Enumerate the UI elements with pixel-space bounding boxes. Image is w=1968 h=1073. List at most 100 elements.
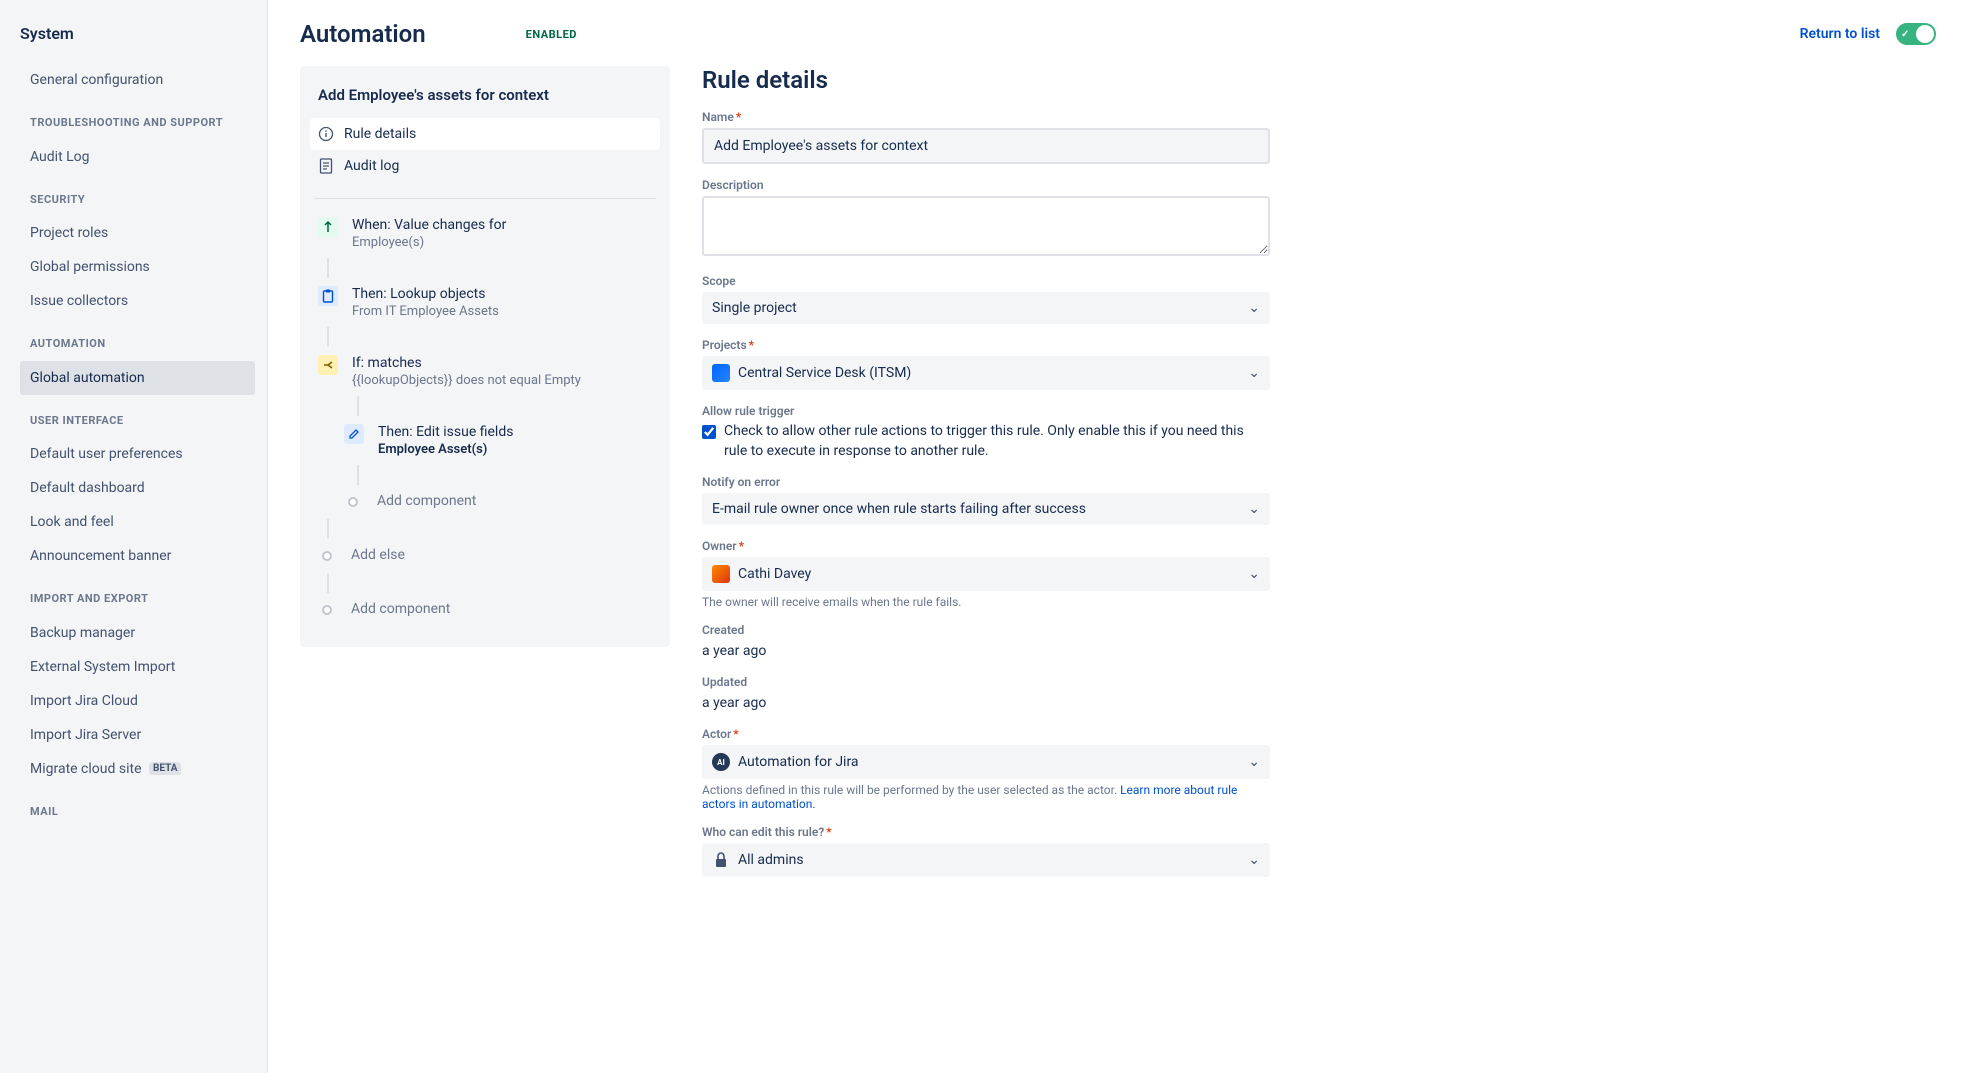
sidebar-heading-mail: Mail [30,804,245,821]
chevron-down-icon: ⌄ [1248,300,1260,316]
label-updated: Updated [702,675,1270,689]
owner-help: The owner will receive emails when the r… [702,595,1270,609]
add-label: Add component [351,601,652,617]
notify-select[interactable]: E-mail rule owner once when rule starts … [702,493,1270,525]
component-sub: Employee Asset(s) [378,442,652,457]
sidebar-item-import-cloud[interactable]: Import Jira Cloud [20,684,255,718]
add-label: Add component [377,493,652,509]
label-created: Created [702,623,1270,637]
main: Automation ENABLED Return to list ✓ Add … [268,0,1968,1073]
owner-select[interactable]: Cathi Davey ⌄ [702,557,1270,591]
chevron-down-icon: ⌄ [1248,365,1260,381]
empty-circle-icon [322,605,332,615]
component-if[interactable]: If: matches {{lookupObjects}} does not e… [314,347,656,396]
chevron-down-icon: ⌄ [1248,852,1260,868]
clipboard-icon [318,286,338,306]
pencil-icon [344,424,364,444]
component-title: When: Value changes for [352,217,652,233]
sidebar-item-look-feel[interactable]: Look and feel [20,505,255,539]
status-badge: ENABLED [526,28,577,41]
label-actor: Actor* [702,727,1270,741]
component-sub: From IT Employee Assets [352,304,652,319]
sidebar-item-default-dashboard[interactable]: Default dashboard [20,471,255,505]
actor-select[interactable]: AI Automation for Jira ⌄ [702,745,1270,779]
add-component-outer[interactable]: Add component [314,593,656,627]
label-who-edit: Who can edit this rule?* [702,825,1270,839]
tab-label: Audit log [344,158,399,174]
component-sub: Employee(s) [352,235,652,250]
label-allow-trigger: Allow rule trigger [702,404,1270,418]
select-value: Cathi Davey [738,566,811,582]
file-icon [318,158,334,174]
component-title: If: matches [352,355,652,371]
sidebar-item-migrate[interactable]: Migrate cloud site BETA [20,752,255,786]
label-name: Name* [702,110,1270,124]
tab-label: Rule details [344,126,416,142]
tab-audit-log[interactable]: Audit log [310,150,660,182]
component-sub: {{lookupObjects}} does not equal Empty [352,373,652,388]
sidebar-item-default-prefs[interactable]: Default user preferences [20,437,255,471]
chevron-down-icon: ⌄ [1248,501,1260,517]
component-title: Then: Lookup objects [352,286,652,302]
sidebar-item-project-roles[interactable]: Project roles [20,216,255,250]
label-scope: Scope [702,274,1270,288]
allow-trigger-label: Check to allow other rule actions to tri… [724,422,1270,461]
sidebar-heading-troubleshooting: Troubleshooting and support [30,115,245,132]
details-heading: Rule details [702,66,1270,94]
add-else[interactable]: Add else [314,539,656,573]
sidebar-item-global-automation[interactable]: Global automation [20,361,255,395]
name-input[interactable] [702,128,1270,164]
sidebar-item-issue-collectors[interactable]: Issue collectors [20,284,255,318]
select-value: All admins [738,852,804,868]
projects-select[interactable]: Central Service Desk (ITSM) ⌄ [702,356,1270,390]
sidebar-item-external-import[interactable]: External System Import [20,650,255,684]
sidebar-heading-security: Security [30,192,245,209]
allow-trigger-checkbox[interactable] [702,425,716,439]
sidebar-item-label: Migrate cloud site [30,761,142,777]
component-lookup[interactable]: Then: Lookup objects From IT Employee As… [314,278,656,327]
chevron-down-icon: ⌄ [1248,754,1260,770]
lock-icon [712,851,730,869]
tab-rule-details[interactable]: Rule details [310,118,660,150]
description-input[interactable] [702,196,1270,256]
page-title: Automation [300,20,426,48]
add-component-inner[interactable]: Add component [314,485,656,519]
sidebar-item-import-server[interactable]: Import Jira Server [20,718,255,752]
sidebar-item-general[interactable]: General configuration [20,63,255,97]
sidebar-item-announcement[interactable]: Announcement banner [20,539,255,573]
sidebar-title: System [20,24,255,43]
select-value: E-mail rule owner once when rule starts … [712,501,1086,517]
select-value: Central Service Desk (ITSM) [738,365,911,381]
sidebar-item-global-permissions[interactable]: Global permissions [20,250,255,284]
automation-icon: AI [712,753,730,771]
chevron-down-icon: ⌄ [1248,566,1260,582]
label-owner: Owner* [702,539,1270,553]
actor-help: Actions defined in this rule will be per… [702,783,1270,811]
who-edit-select[interactable]: All admins ⌄ [702,843,1270,877]
header: Automation ENABLED Return to list ✓ [268,0,1968,66]
empty-circle-icon [348,497,358,507]
component-edit[interactable]: Then: Edit issue fields Employee Asset(s… [314,416,656,465]
component-trigger[interactable]: When: Value changes for Employee(s) [314,209,656,258]
add-label: Add else [351,547,652,563]
select-value: Single project [712,300,797,316]
info-icon [318,126,334,142]
return-to-list-link[interactable]: Return to list [1800,26,1880,42]
avatar [712,565,730,583]
beta-badge: BETA [149,762,182,775]
scope-select[interactable]: Single project ⌄ [702,292,1270,324]
select-value: Automation for Jira [738,754,859,770]
trigger-icon [318,217,338,237]
sidebar-item-audit-log[interactable]: Audit Log [20,140,255,174]
rule-enabled-toggle[interactable]: ✓ [1896,23,1936,45]
sidebar-heading-user-interface: User interface [30,413,245,430]
updated-value: a year ago [702,693,1270,713]
label-notify: Notify on error [702,475,1270,489]
rule-builder-panel: Add Employee's assets for context Rule d… [300,66,670,647]
rule-name: Add Employee's assets for context [300,82,670,118]
sidebar-heading-automation: Automation [30,336,245,353]
component-title: Then: Edit issue fields [378,424,652,440]
sidebar-item-backup[interactable]: Backup manager [20,616,255,650]
toggle-knob [1916,25,1934,43]
rule-details-form: Rule details Name* Description Scope Sin… [702,66,1282,1073]
